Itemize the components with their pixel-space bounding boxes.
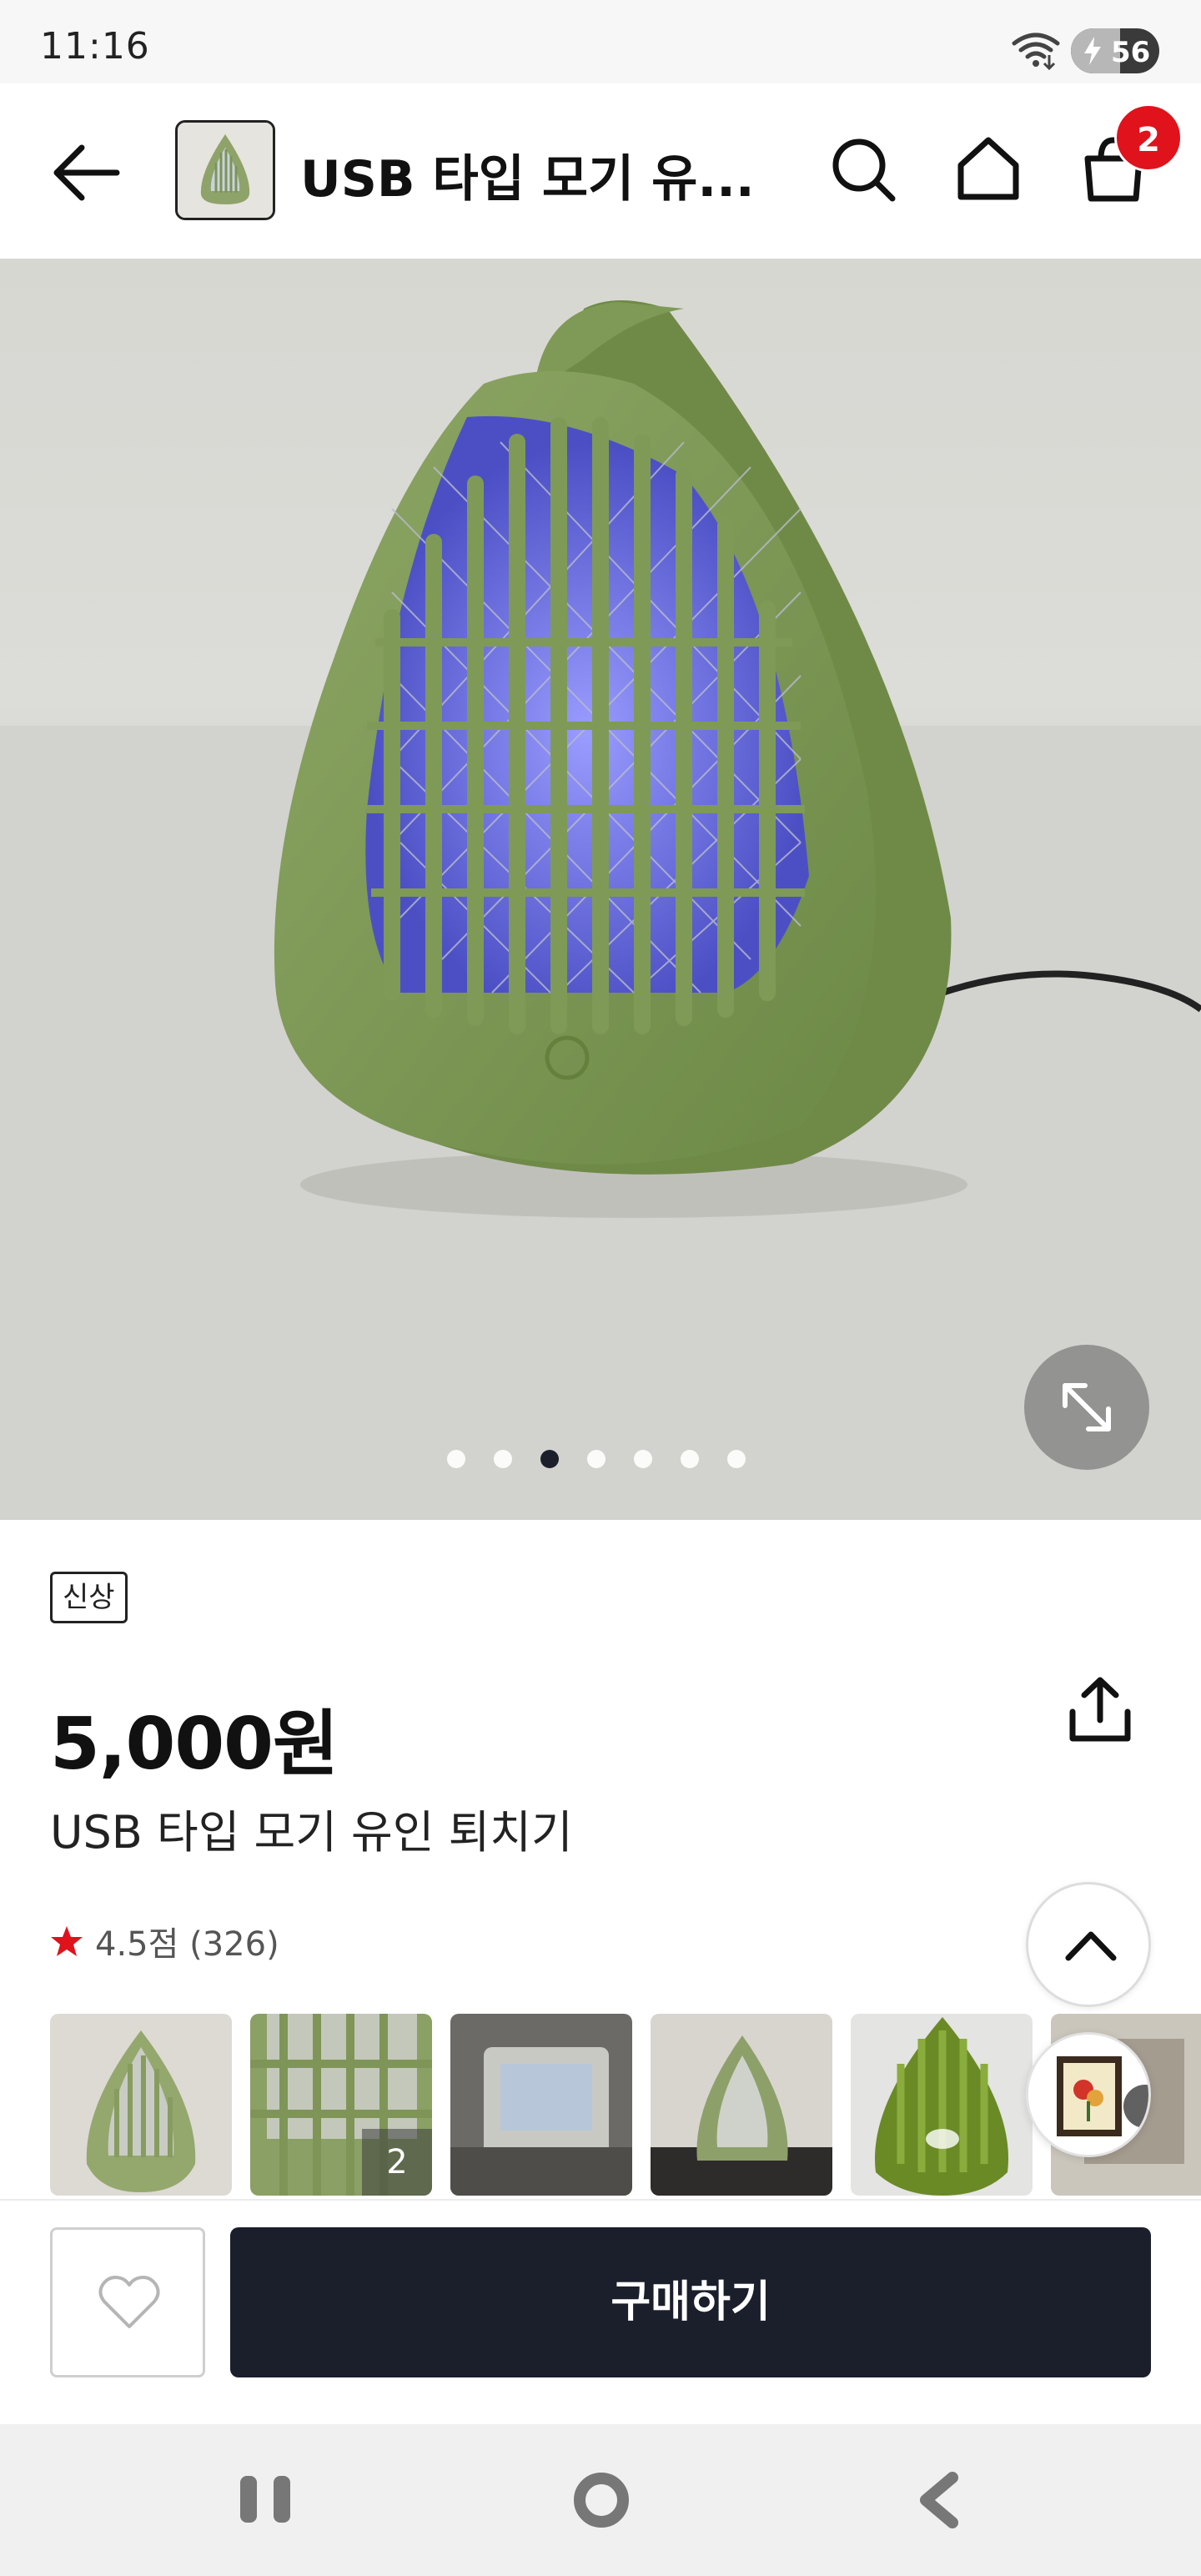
scroll-to-top-button[interactable]: [1026, 1882, 1151, 2007]
pagination-dot[interactable]: [634, 1450, 652, 1468]
pagination-dot[interactable]: [681, 1450, 699, 1468]
recent-apps-icon[interactable]: [237, 2473, 295, 2526]
chevron-up-icon: [1065, 1931, 1117, 1961]
pagination-dot[interactable]: [494, 1450, 512, 1468]
review-photo-count: 2: [362, 2129, 432, 2196]
status-time: 11:16: [40, 25, 150, 68]
heart-icon: [98, 2276, 160, 2328]
home-icon[interactable]: [951, 130, 1026, 205]
rating-text: 4.5점 (326): [95, 1925, 279, 1964]
wifi-icon: [1012, 33, 1060, 70]
purchase-bar: 구매하기: [0, 2199, 1201, 2424]
product-image-gallery[interactable]: [0, 259, 1201, 1520]
review-photo[interactable]: [651, 2014, 832, 2196]
expand-image-button[interactable]: [1024, 1345, 1149, 1470]
pagination-dot[interactable]: [447, 1450, 465, 1468]
battery-indicator: 56: [1071, 28, 1159, 73]
expand-icon: [1063, 1383, 1111, 1431]
framed-picture-icon: [1028, 2035, 1148, 2155]
product-thumbnail-image: [178, 123, 273, 218]
back-arrow-icon[interactable]: [48, 135, 123, 210]
gallery-pagination: [447, 1446, 746, 1472]
review-photo[interactable]: 2: [250, 2014, 432, 2196]
product-price: 5,000원: [50, 1703, 339, 1786]
page-title: USB 타입 모기 유...: [300, 150, 755, 209]
search-icon[interactable]: [826, 132, 901, 207]
product-thumbnail[interactable]: [175, 120, 275, 220]
product-name: USB 타입 모기 유인 퇴치기: [50, 1806, 573, 1859]
review-photo[interactable]: [851, 2014, 1033, 2196]
status-bar: 11:16 56: [0, 0, 1201, 83]
review-photo[interactable]: [450, 2014, 632, 2196]
system-back-icon[interactable]: [914, 2471, 964, 2529]
system-navigation-bar: [0, 2424, 1201, 2576]
product-main-image: [0, 300, 1201, 1520]
floating-art-widget[interactable]: [1026, 2032, 1151, 2157]
review-photo[interactable]: [50, 2014, 232, 2196]
system-home-icon[interactable]: [572, 2471, 631, 2529]
top-navigation: USB 타입 모기 유... 2: [0, 83, 1201, 259]
product-rating[interactable]: 4.5점 (326): [50, 1917, 279, 1965]
battery-level: 56: [1111, 36, 1151, 69]
new-badge: 신상: [50, 1572, 128, 1623]
pagination-dot-active[interactable]: [540, 1450, 559, 1468]
pagination-dot[interactable]: [587, 1450, 606, 1468]
share-icon[interactable]: [1063, 1672, 1138, 1747]
wishlist-button[interactable]: [50, 2227, 205, 2377]
star-icon: [51, 1926, 83, 1956]
pagination-dot[interactable]: [727, 1450, 746, 1468]
buy-button[interactable]: 구매하기: [230, 2227, 1151, 2377]
charging-bolt-icon: [1084, 37, 1101, 65]
cart-count-badge: 2: [1114, 103, 1183, 172]
